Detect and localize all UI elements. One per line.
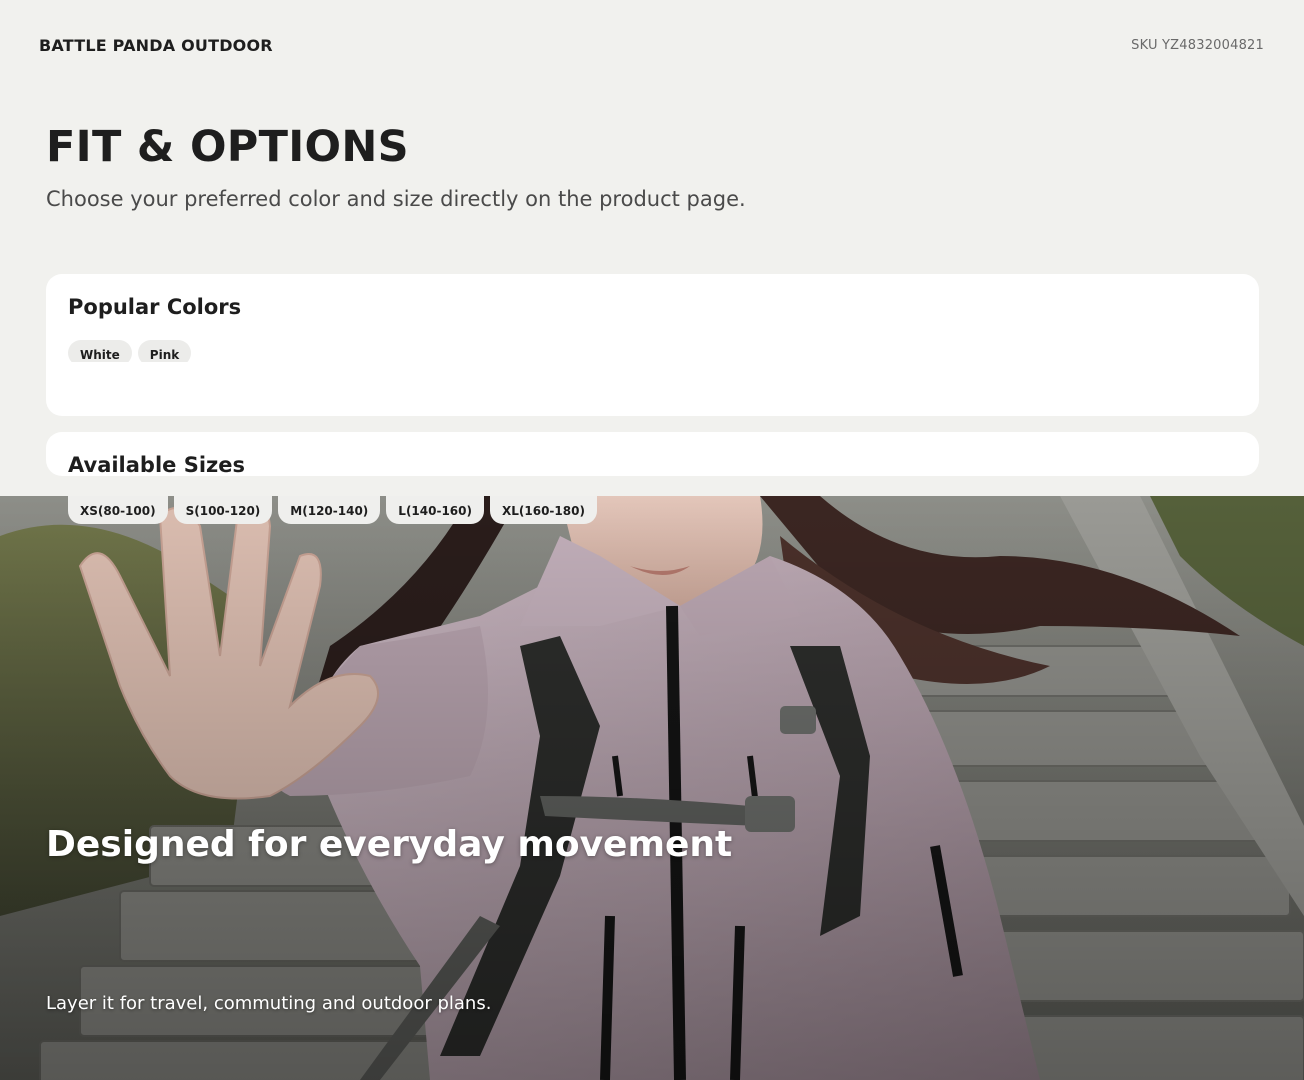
- size-chip-xs[interactable]: XS(80-100): [68, 496, 168, 524]
- popular-colors-card: Popular Colors White Pink: [46, 274, 1259, 416]
- size-chip-l[interactable]: L(140-160): [386, 496, 484, 524]
- size-chip-m[interactable]: M(120-140): [278, 496, 381, 524]
- hero-subtitle: Layer it for travel, commuting and outdo…: [46, 993, 492, 1014]
- size-options: XS(80-100) S(100-120) M(120-140) L(140-1…: [68, 496, 597, 524]
- page-title: FIT & OPTIONS: [46, 122, 409, 172]
- size-chip-xl[interactable]: XL(160-180): [490, 496, 597, 524]
- color-chip-white[interactable]: White: [68, 340, 132, 362]
- sku-label: SKU YZ4832004821: [1131, 38, 1264, 53]
- available-sizes-title: Available Sizes: [68, 453, 246, 477]
- brand-name[interactable]: BATTLE PANDA OUTDOOR: [39, 36, 273, 55]
- top-bar: BATTLE PANDA OUTDOOR SKU YZ4832004821: [0, 0, 1304, 90]
- popular-colors-title: Popular Colors: [68, 295, 242, 319]
- color-chip-pink[interactable]: Pink: [137, 340, 192, 362]
- color-options: White Pink: [68, 340, 192, 362]
- available-sizes-card: Available Sizes: [46, 432, 1259, 477]
- hero-title: Designed for everyday movement: [46, 824, 733, 865]
- hero-image: Designed for everyday movement Layer it …: [0, 496, 1304, 1080]
- size-chip-s[interactable]: S(100-120): [173, 496, 273, 524]
- product-page: BATTLE PANDA OUTDOOR SKU YZ4832004821 FI…: [0, 0, 1304, 1080]
- page-subtitle: Choose your preferred color and size dir…: [46, 187, 746, 211]
